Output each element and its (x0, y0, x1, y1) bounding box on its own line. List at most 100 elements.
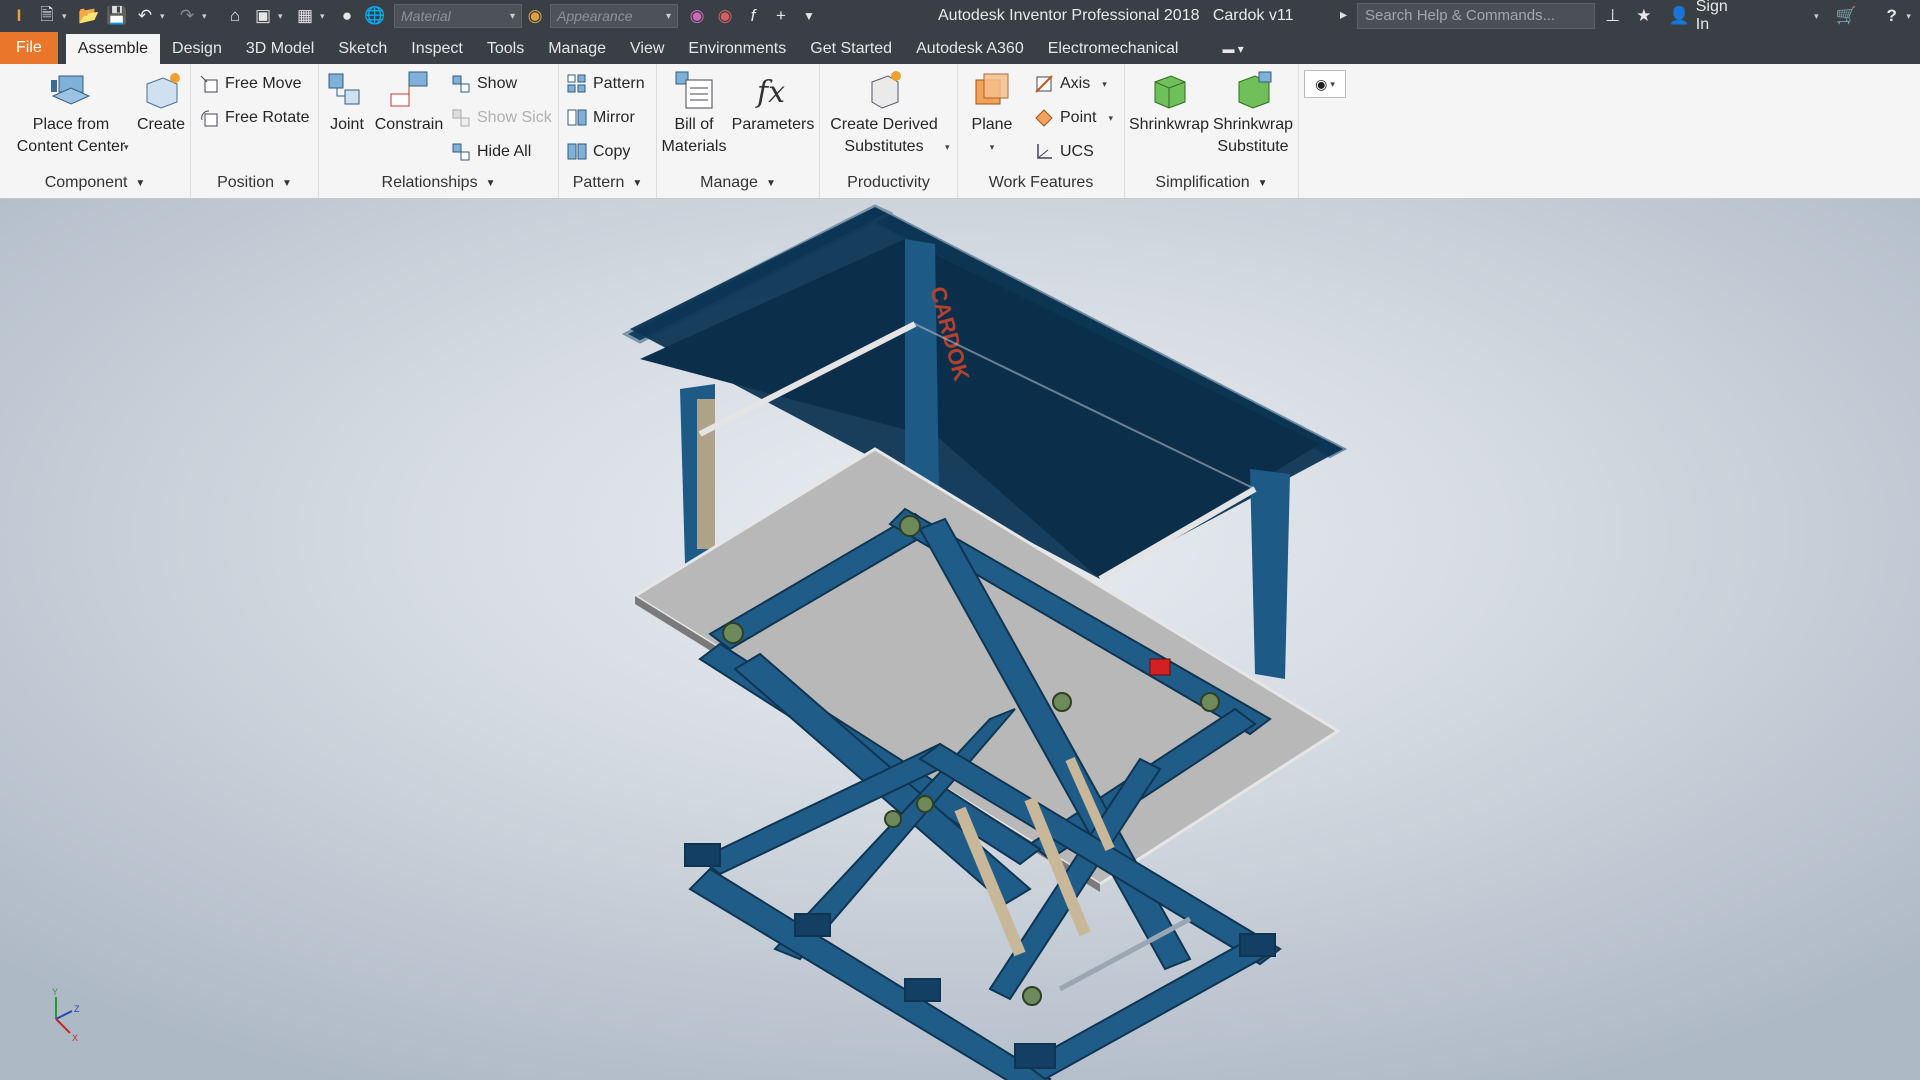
new-file-icon[interactable]: 🗎 (34, 3, 60, 29)
bill-of-materials-icon (675, 71, 713, 109)
tab-3d-model[interactable]: 3D Model (234, 34, 326, 64)
sign-in-dropdown-icon[interactable]: ▾ (1814, 11, 1824, 22)
hide-all-button[interactable]: Hide All (451, 142, 531, 162)
tab-assemble[interactable]: Assemble (65, 34, 161, 64)
tab-electromechanical[interactable]: Electromechanical (1036, 34, 1191, 64)
panel-simplification: Shrinkwrap Shrinkwrap Substitute Simplif… (1125, 64, 1299, 198)
favorites-star-icon[interactable]: ★ (1631, 3, 1656, 29)
undo-icon[interactable]: ↶ (132, 3, 158, 29)
axis-dropdown-icon[interactable]: ▾ (1102, 79, 1107, 90)
joint-button[interactable]: Joint (325, 70, 369, 136)
plane-button[interactable]: Plane ▾ (966, 70, 1018, 158)
web-icon[interactable]: 🌐 (362, 3, 388, 29)
home-icon[interactable]: ⌂ (222, 3, 248, 29)
triad-z-label: Z (74, 1004, 80, 1014)
panel-simplification-label[interactable]: Simplification ▼ (1125, 168, 1298, 198)
pattern-button[interactable]: Pattern (567, 74, 645, 94)
hide-all-label: Hide All (477, 143, 532, 160)
customize-toolbar-icon[interactable]: ▼ (796, 3, 822, 29)
copy-icon (567, 143, 587, 160)
update-icon[interactable]: ▣ (250, 3, 276, 29)
axis-button[interactable]: Axis ▾ (1034, 74, 1107, 94)
shrinkwrap-substitute-button[interactable]: Shrinkwrap Substitute (1211, 70, 1295, 158)
panel-component: Place from Content Center ▾ Create Compo… (0, 64, 191, 198)
color-override-icon[interactable]: ● (334, 3, 360, 29)
tab-environments[interactable]: Environments (676, 34, 798, 64)
select-icon[interactable]: ▦ (292, 3, 318, 29)
mirror-button[interactable]: Mirror (567, 108, 635, 128)
create-derived-substitutes-button[interactable]: Create Derived Substitutes (824, 70, 944, 158)
tab-view[interactable]: View (618, 34, 676, 64)
panel-relationships-label[interactable]: Relationships ▼ (319, 168, 558, 198)
joint-label: Joint (330, 116, 364, 133)
tab-autodesk-a360[interactable]: Autodesk A360 (904, 34, 1036, 64)
tab-design[interactable]: Design (160, 34, 234, 64)
copy-button[interactable]: Copy (567, 142, 630, 162)
search-input[interactable]: Search Help & Commands... (1357, 3, 1595, 29)
show-sick-button[interactable]: Show Sick (451, 108, 552, 128)
point-button[interactable]: Point ▾ (1034, 108, 1113, 128)
material-dropdown[interactable]: Material ▾ (394, 4, 522, 28)
triad-z-axis (55, 1010, 73, 1020)
ribbon-display-options-icon[interactable]: ▬ ▾ (1210, 34, 1255, 64)
ribbon-overflow-dropdown[interactable]: ◉ ▾ (1304, 70, 1346, 98)
panel-position-label[interactable]: Position ▼ (191, 168, 318, 198)
constrain-button[interactable]: Constrain (373, 70, 445, 136)
undo-dropdown-icon[interactable]: ▾ (160, 11, 170, 22)
manage-expand-icon: ▼ (765, 177, 776, 189)
work-features-label-text: Work Features (988, 174, 1094, 191)
create-component-icon (146, 73, 180, 109)
place-from-content-center-button[interactable]: Place from Content Center (12, 70, 130, 158)
help-icon[interactable]: ? (1879, 3, 1904, 29)
scissor-lift-model[interactable]: CARDOK Z X Y (0, 199, 1920, 1080)
binoculars-icon[interactable]: ⊥ (1600, 3, 1625, 29)
inventor-logo-icon[interactable]: I (6, 3, 32, 29)
panel-pattern-label[interactable]: Pattern ▼ (559, 168, 656, 198)
bill-of-materials-button[interactable]: Bill of Materials (661, 70, 727, 158)
new-dropdown-icon[interactable]: ▾ (62, 11, 72, 22)
create-component-button[interactable]: Create (136, 70, 186, 136)
show-button[interactable]: Show (451, 74, 517, 94)
ucs-button[interactable]: UCS (1034, 142, 1094, 162)
free-move-button[interactable]: Free Move (199, 74, 301, 94)
derived-substitutes-icon (871, 71, 901, 109)
tab-tools[interactable]: Tools (475, 34, 536, 64)
shrinkwrap-button[interactable]: Shrinkwrap (1129, 70, 1209, 136)
adjust-appearance-icon[interactable]: ◉ (684, 3, 710, 29)
place-dropdown-icon[interactable]: ▾ (124, 142, 129, 153)
show-sick-icon (452, 109, 470, 127)
clear-appearance-icon[interactable]: ◉ (712, 3, 738, 29)
redo-icon[interactable]: ↷ (174, 3, 200, 29)
tab-sketch[interactable]: Sketch (326, 34, 399, 64)
free-rotate-button[interactable]: Free Rotate (199, 108, 309, 128)
hide-all-icon (452, 143, 470, 161)
open-folder-icon[interactable]: 📂 (76, 3, 102, 29)
redo-dropdown-icon[interactable]: ▾ (202, 11, 212, 22)
tab-inspect[interactable]: Inspect (399, 34, 475, 64)
derived-dropdown-icon[interactable]: ▾ (945, 142, 950, 153)
app-name: Autodesk Inventor Professional 2018 (938, 7, 1200, 24)
measure-plus-icon[interactable]: + (768, 3, 794, 29)
tab-get-started[interactable]: Get Started (798, 34, 904, 64)
sign-in-link[interactable]: Sign In (1696, 0, 1744, 34)
document-name: Cardok v11 (1212, 7, 1294, 24)
update-dropdown-icon[interactable]: ▾ (278, 11, 288, 22)
parameters-button[interactable]: fx Parameters (731, 70, 815, 136)
help-dropdown-icon[interactable]: ▾ (1906, 11, 1916, 22)
plane-dropdown-icon[interactable]: ▾ (990, 136, 995, 158)
tab-manage[interactable]: Manage (536, 34, 618, 64)
point-dropdown-icon[interactable]: ▾ (1108, 113, 1113, 124)
fx-parameters-icon[interactable]: f (740, 3, 766, 29)
view-triad[interactable]: Z X Y (52, 987, 80, 1043)
graphics-viewport[interactable]: CARDOK Z X Y (0, 199, 1920, 1080)
tab-file[interactable]: File (0, 32, 58, 64)
panel-component-label[interactable]: Component ▼ (0, 168, 190, 198)
free-move-icon (200, 75, 218, 93)
select-dropdown-icon[interactable]: ▾ (320, 11, 330, 22)
search-expand-icon[interactable]: ▸ (1340, 6, 1347, 23)
component-label-text: Component (44, 174, 128, 191)
save-icon[interactable]: 💾 (104, 3, 130, 29)
appearance-dropdown[interactable]: Appearance ▾ (550, 4, 678, 28)
cart-icon[interactable]: 🛒 (1834, 3, 1859, 29)
panel-manage-label[interactable]: Manage ▼ (657, 168, 819, 198)
